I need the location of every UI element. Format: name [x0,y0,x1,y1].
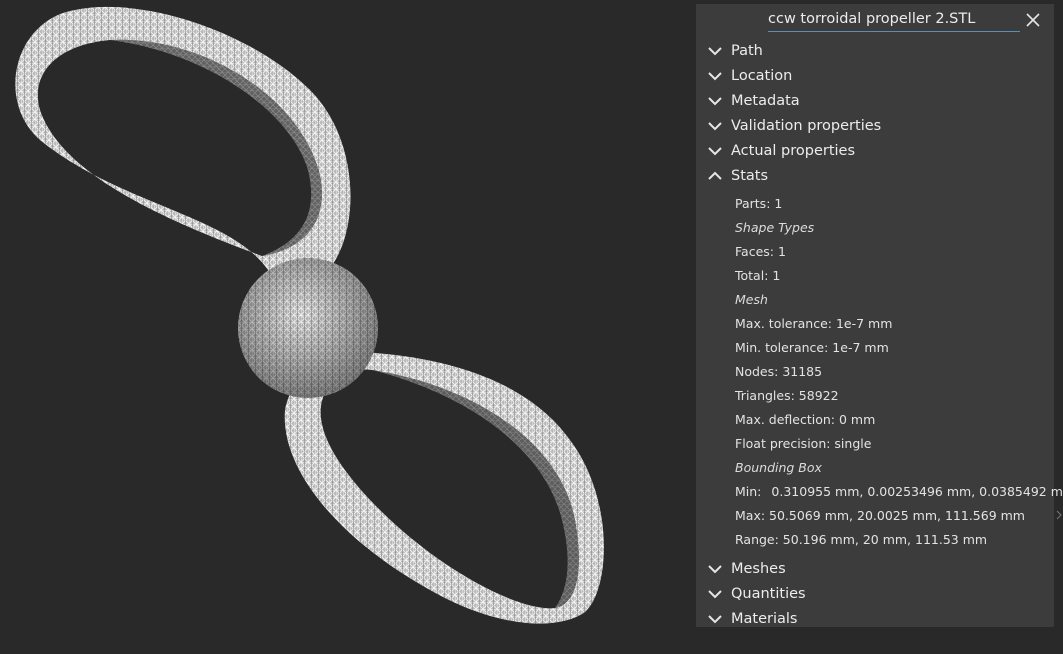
chevron-down-icon [707,93,723,109]
stat-max-tolerance: Max. tolerance: 1e-7 mm [735,316,893,331]
section-stats[interactable]: Stats [696,163,1054,188]
section-label: Location [731,67,793,84]
stat-nodes: Nodes: 31185 [735,364,823,379]
panel-header: ccw torroidal propeller 2.STL [696,4,1054,38]
section-label: Materials [731,610,798,627]
stat-bbox-range: Range: 50.196 mm, 20 mm, 111.53 mm [735,532,988,547]
section-label: Actual properties [731,142,856,159]
mesh-heading: Mesh [735,292,768,307]
section-label: Quantities [731,585,806,602]
stat-bbox-min: Min: 0.310955 mm, 0.00253496 mm, 0.038549… [696,480,1063,504]
stat-min-tolerance: Min. tolerance: 1e-7 mm [735,340,889,355]
stat-faces: Faces: 1 [735,244,786,259]
stats-content: Parts: 1 Shape Types Faces: 1 Total: 1 M… [696,188,1063,552]
stat-parts: Parts: 1 [735,196,783,211]
stat-float-precision: Float precision: single [735,436,872,451]
3d-viewport[interactable] [0,0,690,654]
shape-types-heading: Shape Types [735,220,815,235]
chevron-down-icon [707,561,723,577]
chevron-up-icon [707,168,723,184]
stat-bbox-max: Max: 50.5069 mm, 20.0025 mm, 111.569 mm [735,508,1025,523]
chevron-down-icon [707,43,723,59]
section-path[interactable]: Path [696,38,1054,63]
chevron-down-icon [707,611,723,627]
section-metadata[interactable]: Metadata [696,88,1054,113]
title-underline [768,31,1020,32]
properties-panel: ccw torroidal propeller 2.STL Path Locat… [696,4,1063,627]
section-materials[interactable]: Materials [696,606,1054,631]
section-label: Path [731,42,763,59]
chevron-down-icon [707,118,723,134]
bbox-min-value: 0.310955 mm, 0.00253496 mm, 0.0385492 mm [771,484,1063,499]
section-location[interactable]: Location [696,63,1054,88]
section-validation-properties[interactable]: Validation properties [696,113,1054,138]
panel-resize-handle[interactable] [1055,505,1063,520]
section-quantities[interactable]: Quantities [696,581,1054,606]
chevron-down-icon [707,68,723,84]
stat-triangles: Triangles: 58922 [735,388,839,403]
section-meshes[interactable]: Meshes [696,556,1054,581]
bbox-min-label: Min: [735,484,762,499]
chevron-down-icon [707,586,723,602]
bounding-box-heading: Bounding Box [735,460,822,475]
section-label: Metadata [731,92,800,109]
panel-title: ccw torroidal propeller 2.STL [768,11,976,27]
section-label: Meshes [731,560,786,577]
chevron-down-icon [707,143,723,159]
section-label: Validation properties [731,117,882,134]
stat-max-deflection: Max. deflection: 0 mm [735,412,876,427]
section-actual-properties[interactable]: Actual properties [696,138,1054,163]
stat-total: Total: 1 [735,268,781,283]
close-icon[interactable] [1023,10,1043,30]
propeller-mesh-model [15,6,604,624]
section-label: Stats [731,167,769,184]
